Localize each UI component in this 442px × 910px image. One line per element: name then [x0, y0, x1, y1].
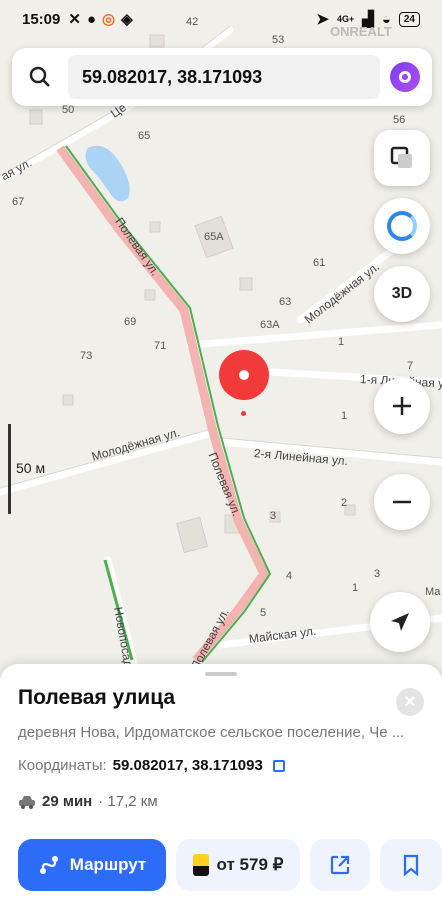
- house-number: 1: [341, 410, 348, 422]
- house-number: 65: [138, 130, 151, 142]
- close-button[interactable]: ✕: [396, 688, 424, 716]
- alice-assistant-icon[interactable]: [390, 62, 420, 92]
- network-label: 4G+: [337, 14, 355, 24]
- layers-icon: [390, 146, 412, 168]
- house-number: 56: [393, 114, 406, 126]
- bookmark-button[interactable]: [380, 839, 442, 891]
- house-number: 1: [338, 336, 345, 348]
- route-button[interactable]: Маршрут: [18, 839, 166, 891]
- house-number: 65А: [204, 231, 224, 243]
- house-number: 2: [341, 497, 348, 509]
- house-number: 63А: [260, 319, 280, 331]
- house-number: 5: [260, 607, 267, 619]
- coordinates-value[interactable]: 59.082017, 38.171093: [113, 757, 263, 774]
- pin-anchor: [241, 411, 246, 416]
- house-number: 3: [270, 510, 277, 522]
- house-number: 4: [286, 570, 293, 582]
- scale-label: 50 м: [16, 460, 46, 476]
- layers-button[interactable]: [374, 130, 430, 186]
- place-title: Полевая улица: [18, 686, 176, 709]
- search-input[interactable]: 59.082017, 38.171093: [68, 55, 380, 99]
- location-icon: ➤: [316, 11, 329, 28]
- house-number: 61: [313, 257, 326, 269]
- place-address: деревня Нова, Ирдоматское сельское посел…: [18, 724, 405, 741]
- plus-icon: [393, 397, 411, 415]
- house-number: 69: [124, 316, 137, 328]
- search-bar[interactable]: 59.082017, 38.171093: [12, 48, 432, 106]
- route-label: Маршрут: [69, 855, 147, 874]
- clock: 15:09: [22, 10, 61, 28]
- house-number: Ма: [425, 586, 441, 598]
- bookmark-icon: [403, 854, 419, 876]
- route-icon: [39, 856, 58, 874]
- watermark: ONREALT: [330, 24, 392, 39]
- house-number: 63: [279, 296, 292, 308]
- location-pin[interactable]: [219, 350, 269, 400]
- minus-icon: [393, 500, 411, 504]
- coordinates-row: Координаты: 59.082017, 38.171093: [18, 757, 285, 774]
- drag-handle[interactable]: [205, 672, 237, 676]
- zoom-in-button[interactable]: [374, 378, 430, 434]
- house-number: 73: [80, 350, 93, 362]
- house-number: 67: [12, 196, 25, 208]
- share-button[interactable]: [310, 839, 370, 891]
- travel-info: 29 мин · 17,2 км: [18, 793, 158, 810]
- taxi-price: от 579 ₽: [216, 855, 284, 874]
- travel-time: 29 мин: [42, 793, 93, 810]
- house-number: 3: [374, 568, 381, 580]
- copy-icon[interactable]: [272, 759, 285, 772]
- app-ring-icon: ◎: [102, 11, 116, 28]
- house-number: 53: [272, 34, 285, 46]
- alarm-off-icon: ✕: [68, 11, 81, 28]
- 3d-button[interactable]: 3D: [374, 266, 430, 322]
- alice-button[interactable]: [374, 198, 430, 254]
- alice-icon: [387, 211, 417, 241]
- house-number: 7: [407, 360, 414, 372]
- search-icon[interactable]: [12, 66, 68, 88]
- taxi-button[interactable]: от 579 ₽: [176, 839, 300, 891]
- battery-icon: 24: [398, 11, 420, 27]
- house-number: 71: [154, 340, 167, 352]
- house-number: 50: [62, 104, 75, 116]
- close-icon: ✕: [403, 694, 417, 711]
- place-card[interactable]: Полевая улица ✕ деревня Нова, Ирдоматско…: [0, 664, 442, 910]
- map-view[interactable]: 15:09 ✕ ● ◎ ◈ ➤ 4G+ ▟ ◒ 24 59.082017, 38…: [0, 0, 442, 690]
- travel-distance: · 17,2 км: [98, 793, 158, 810]
- my-location-button[interactable]: [370, 592, 430, 652]
- zoom-out-button[interactable]: [374, 474, 430, 530]
- taxi-icon: [192, 854, 209, 876]
- car-icon: [19, 795, 35, 809]
- house-number: 1: [352, 582, 359, 594]
- share-icon: [330, 855, 350, 875]
- scale-bar: [8, 424, 11, 514]
- coordinates-label: Координаты:: [18, 757, 107, 774]
- house-number: 42: [186, 16, 199, 28]
- layers-icon: ◈: [121, 11, 133, 28]
- chat-icon: ●: [86, 10, 97, 28]
- navigation-arrow-icon: [391, 613, 409, 631]
